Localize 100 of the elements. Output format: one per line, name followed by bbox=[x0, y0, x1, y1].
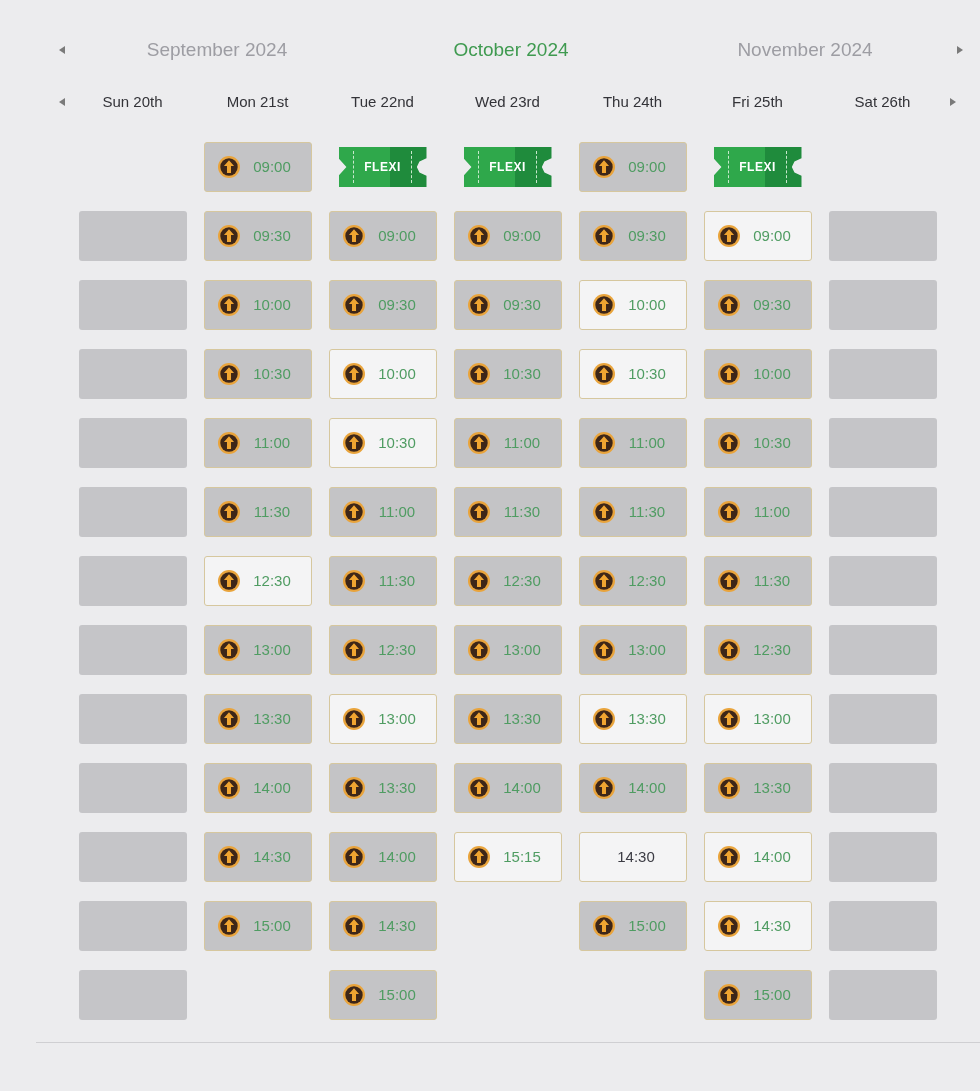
up-arrow-icon bbox=[592, 501, 615, 523]
time-slot[interactable]: 11:00 bbox=[203, 418, 312, 468]
up-arrow-icon bbox=[217, 294, 240, 316]
time-slot[interactable]: 09:00 bbox=[328, 211, 437, 261]
time-slot[interactable]: 09:30 bbox=[703, 280, 812, 330]
time-slot[interactable]: 14:30 bbox=[578, 832, 687, 882]
time-slot[interactable]: 13:30 bbox=[703, 763, 812, 813]
up-arrow-icon bbox=[342, 639, 365, 661]
up-arrow-icon bbox=[217, 156, 240, 178]
time-slot[interactable]: 13:30 bbox=[578, 694, 687, 744]
time-slot[interactable]: 10:30 bbox=[703, 418, 812, 468]
time-slot[interactable]: 09:00 bbox=[453, 211, 562, 261]
up-arrow-icon bbox=[467, 846, 490, 868]
time-slot[interactable]: 14:30 bbox=[328, 901, 437, 951]
time-slot[interactable]: 09:30 bbox=[578, 211, 687, 261]
month-tab[interactable]: November 2024 bbox=[737, 36, 873, 65]
up-arrow-icon bbox=[717, 708, 740, 730]
day-heading: Fri 25th bbox=[732, 91, 783, 112]
up-arrow-icon bbox=[342, 294, 365, 316]
time-slot[interactable]: 14:30 bbox=[203, 832, 312, 882]
time-slot[interactable]: 12:30 bbox=[703, 625, 812, 675]
time-slot[interactable]: 15:00 bbox=[203, 901, 312, 951]
up-arrow-icon bbox=[342, 708, 365, 730]
time-slot[interactable]: 14:00 bbox=[453, 763, 562, 813]
time-slot[interactable]: 10:00 bbox=[328, 349, 437, 399]
up-arrow-icon bbox=[342, 777, 365, 799]
up-arrow-icon bbox=[342, 225, 365, 247]
time-slot[interactable]: 10:00 bbox=[203, 280, 312, 330]
time-slot[interactable]: 10:30 bbox=[203, 349, 312, 399]
time-slot[interactable]: 15:15 bbox=[453, 832, 562, 882]
time-slot[interactable]: 11:00 bbox=[578, 418, 687, 468]
time-slot[interactable]: 09:30 bbox=[203, 211, 312, 261]
up-arrow-icon bbox=[592, 777, 615, 799]
time-slot[interactable]: 11:30 bbox=[328, 556, 437, 606]
time-slot[interactable]: 13:30 bbox=[453, 694, 562, 744]
time-slot[interactable]: 14:00 bbox=[703, 832, 812, 882]
time-slot[interactable]: 09:00 bbox=[578, 142, 687, 192]
time-slot[interactable]: 13:00 bbox=[203, 625, 312, 675]
up-arrow-icon bbox=[342, 984, 365, 1006]
up-arrow-icon bbox=[217, 570, 240, 592]
time-slot[interactable]: 11:30 bbox=[703, 556, 812, 606]
time-slot[interactable]: 11:00 bbox=[328, 487, 437, 537]
up-arrow-icon bbox=[467, 639, 490, 661]
up-arrow-icon bbox=[717, 432, 740, 454]
time-slot[interactable]: 13:00 bbox=[328, 694, 437, 744]
time-slot[interactable]: 10:30 bbox=[578, 349, 687, 399]
up-arrow-icon bbox=[217, 225, 240, 247]
time-slot[interactable]: 09:30 bbox=[328, 280, 437, 330]
up-arrow-icon bbox=[217, 363, 240, 385]
month-tab[interactable]: September 2024 bbox=[146, 36, 288, 65]
time-slot[interactable]: 13:00 bbox=[453, 625, 562, 675]
time-slot[interactable]: 11:00 bbox=[703, 487, 812, 537]
time-slot[interactable]: 09:00 bbox=[703, 211, 812, 261]
time-slot[interactable]: 13:00 bbox=[703, 694, 812, 744]
time-slot[interactable]: 10:30 bbox=[328, 418, 437, 468]
up-arrow-icon bbox=[717, 846, 740, 868]
time-slot[interactable]: 15:00 bbox=[578, 901, 687, 951]
time-slot[interactable]: 14:30 bbox=[703, 901, 812, 951]
up-arrow-icon bbox=[717, 984, 740, 1006]
flexi-ticket[interactable]: FLEXI bbox=[338, 147, 427, 187]
up-arrow-icon bbox=[717, 570, 740, 592]
time-slot[interactable]: 14:00 bbox=[578, 763, 687, 813]
up-arrow-icon bbox=[467, 708, 490, 730]
up-arrow-icon bbox=[592, 156, 615, 178]
up-arrow-icon bbox=[717, 639, 740, 661]
up-arrow-icon bbox=[217, 432, 240, 454]
time-slot[interactable]: 15:00 bbox=[703, 970, 812, 1020]
time-slot[interactable]: 12:30 bbox=[328, 625, 437, 675]
time-slot[interactable]: 09:00 bbox=[203, 142, 312, 192]
time-slot[interactable]: 11:30 bbox=[203, 487, 312, 537]
time-slot[interactable]: 11:00 bbox=[453, 418, 562, 468]
time-slot[interactable]: 12:30 bbox=[578, 556, 687, 606]
up-arrow-icon bbox=[592, 294, 615, 316]
up-arrow-icon bbox=[717, 294, 740, 316]
time-slot[interactable]: 11:30 bbox=[453, 487, 562, 537]
time-slot[interactable]: 10:30 bbox=[453, 349, 562, 399]
up-arrow-icon bbox=[467, 777, 490, 799]
up-arrow-icon bbox=[592, 363, 615, 385]
day-heading: Mon 21st bbox=[226, 91, 289, 112]
time-slot[interactable]: 09:30 bbox=[453, 280, 562, 330]
time-slot[interactable]: 13:30 bbox=[203, 694, 312, 744]
time-slot[interactable]: 10:00 bbox=[703, 349, 812, 399]
time-slot[interactable]: 14:00 bbox=[203, 763, 312, 813]
flexi-ticket[interactable]: FLEXI bbox=[713, 147, 802, 187]
time-slot[interactable]: 12:30 bbox=[453, 556, 562, 606]
time-slot[interactable]: 15:00 bbox=[328, 970, 437, 1020]
time-slot[interactable]: 12:30 bbox=[203, 556, 312, 606]
time-slot[interactable]: 13:30 bbox=[328, 763, 437, 813]
up-arrow-icon bbox=[467, 363, 490, 385]
time-slot[interactable]: 13:00 bbox=[578, 625, 687, 675]
up-arrow-icon bbox=[467, 501, 490, 523]
flexi-ticket[interactable]: FLEXI bbox=[463, 147, 552, 187]
time-slot[interactable]: 11:30 bbox=[578, 487, 687, 537]
month-tab[interactable]: October 2024 bbox=[453, 36, 569, 65]
time-slot[interactable]: 14:00 bbox=[328, 832, 437, 882]
up-arrow-icon bbox=[592, 915, 615, 937]
time-slot[interactable]: 10:00 bbox=[578, 280, 687, 330]
up-arrow-icon bbox=[217, 708, 240, 730]
up-arrow-icon bbox=[717, 777, 740, 799]
up-arrow-icon bbox=[717, 225, 740, 247]
